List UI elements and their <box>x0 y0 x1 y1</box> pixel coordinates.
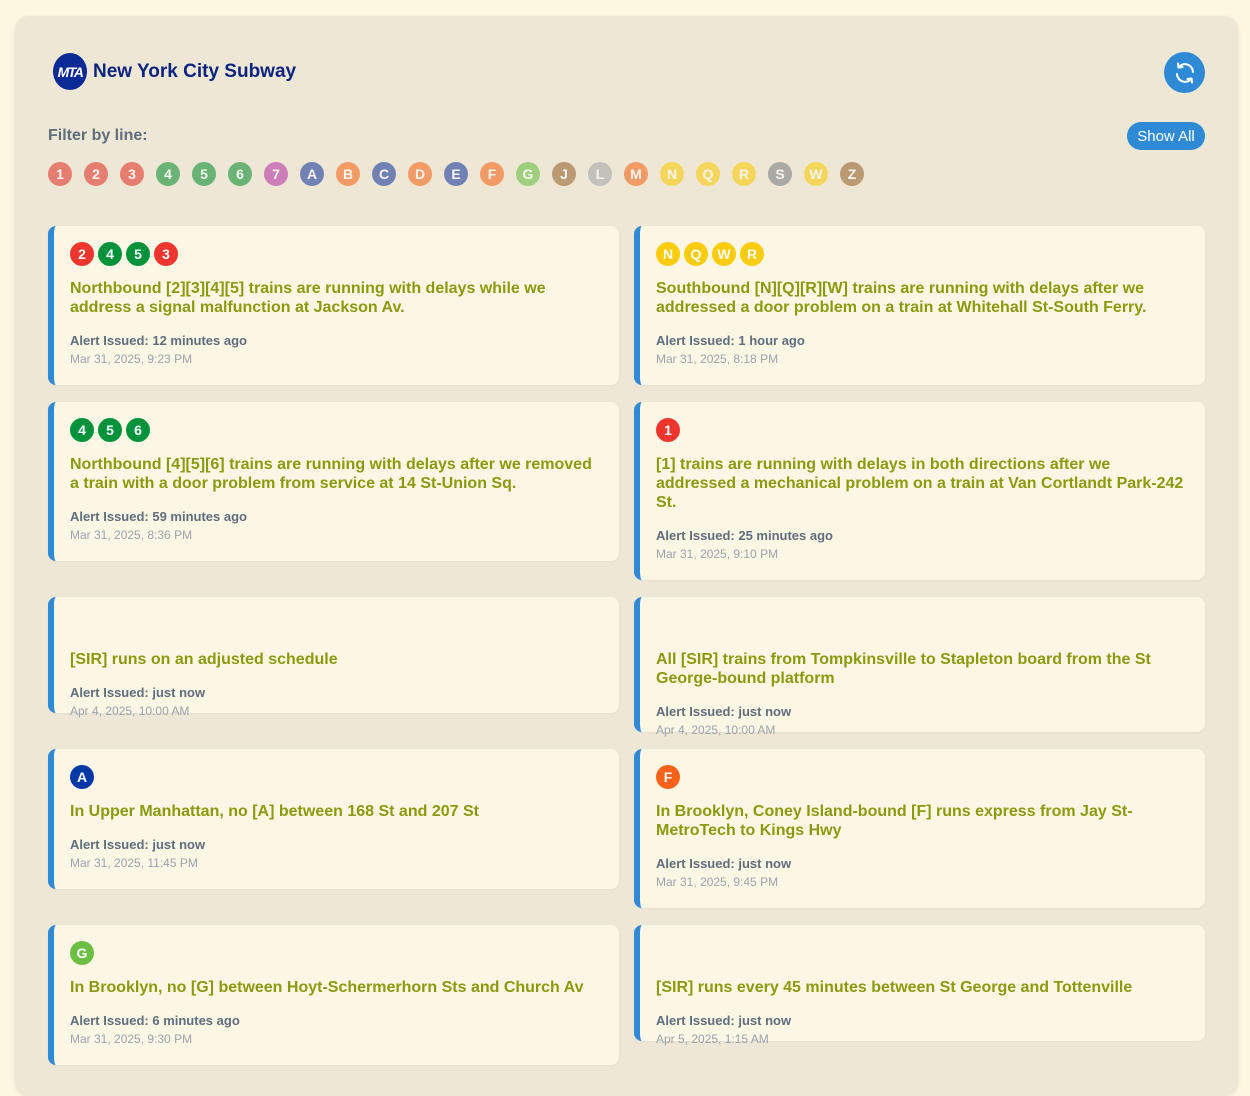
alert-lines <box>656 613 1189 637</box>
line-bullet-q: Q <box>684 242 708 266</box>
filter-line-4[interactable]: 4 <box>156 162 180 186</box>
alert-card: N Q W R Southbound [N][Q][R][W] trains are r… <box>634 226 1205 385</box>
alert-timestamp: Mar 31, 2025, 11:45 PM <box>70 856 198 870</box>
alert-timestamp: Apr 5, 2025, 1:15 AM <box>656 1032 769 1046</box>
alert-lines: 2453 <box>70 242 603 266</box>
filter-line-l[interactable]: L <box>588 162 612 186</box>
filter-line-2[interactable]: 2 <box>84 162 108 186</box>
alert-timestamp: Mar 31, 2025, 8:36 PM <box>70 528 193 542</box>
line-bullet-1: 1 <box>656 418 680 442</box>
alert-timestamp: Apr 4, 2025, 10:00 AM <box>70 704 190 718</box>
alert-message: Northbound [2][3][4][5] trains are runni… <box>70 280 546 316</box>
filter-line-s[interactable]: S <box>768 162 792 186</box>
filter-line-c[interactable]: C <box>372 162 396 186</box>
line-bullet-n: N <box>656 242 680 266</box>
filter-line-q[interactable]: Q <box>696 162 720 186</box>
line-bullet-5: 5 <box>98 418 122 442</box>
alert-message: In Upper Manhattan, no [A] between 168 S… <box>70 803 479 820</box>
line-filter-row: 1234567ABCDEFGJLMNQRSWZ <box>48 162 864 186</box>
alert-card: F In Brooklyn, Coney Island-bound [F] run… <box>634 749 1205 908</box>
filter-line-f[interactable]: F <box>480 162 504 186</box>
line-bullet-6: 6 <box>126 418 150 442</box>
alert-timestamp: Apr 4, 2025, 10:00 AM <box>656 723 776 737</box>
alert-message: All [SIR] trains from Tompkinsville to S… <box>656 651 1151 687</box>
alert-issued: Alert Issued: 12 minutes ago <box>70 333 247 348</box>
filter-line-d[interactable]: D <box>408 162 432 186</box>
filter-line-w[interactable]: W <box>804 162 828 186</box>
filter-line-z[interactable]: Z <box>840 162 864 186</box>
alert-timestamp: Mar 31, 2025, 9:23 PM <box>70 352 193 366</box>
alert-card: [SIR] runs on an adjusted schedule Alert … <box>48 597 619 718</box>
line-bullet-3: 3 <box>154 242 178 266</box>
line-bullet-4: 4 <box>98 242 122 266</box>
alert-message: Southbound [N][Q][R][W] trains are runni… <box>656 280 1147 316</box>
main-panel: MTA New York City Subway Filter by line:… <box>15 16 1238 1096</box>
alert-message: Northbound [4][5][6] trains are running … <box>70 456 592 492</box>
mta-logo: MTA <box>53 53 87 90</box>
alert-timestamp: Mar 31, 2025, 8:18 PM <box>656 352 779 366</box>
filter-line-7[interactable]: 7 <box>264 162 288 186</box>
line-bullet-w: W <box>712 242 736 266</box>
page-title: New York City Subway <box>93 60 297 82</box>
alert-issued: Alert Issued: just now <box>70 837 206 852</box>
filter-line-r[interactable]: R <box>732 162 756 186</box>
filter-line-6[interactable]: 6 <box>228 162 252 186</box>
line-bullet-r: R <box>740 242 764 266</box>
alert-lines <box>656 941 1189 965</box>
filter-line-3[interactable]: 3 <box>120 162 144 186</box>
filter-line-n[interactable]: N <box>660 162 684 186</box>
alert-issued: Alert Issued: just now <box>656 1013 792 1028</box>
line-bullet-5: 5 <box>126 242 150 266</box>
alert-card: All [SIR] trains from Tompkinsville to S… <box>634 597 1205 737</box>
alert-card: [SIR] runs every 45 minutes between St G… <box>634 925 1205 1046</box>
filter-label: Filter by line: <box>48 127 148 144</box>
app-header: MTA New York City Subway <box>53 53 296 90</box>
alert-issued: Alert Issued: 6 minutes ago <box>70 1013 240 1028</box>
filter-line-5[interactable]: 5 <box>192 162 216 186</box>
refresh-icon <box>1175 62 1194 83</box>
line-bullet-2: 2 <box>70 242 94 266</box>
alert-card: 4 5 6 Northbound [4][5][6] trains are runni… <box>48 402 619 561</box>
alert-lines <box>70 613 603 637</box>
alert-lines: 1 <box>656 418 1189 442</box>
alert-issued: Alert Issued: 25 minutes ago <box>656 528 833 543</box>
alert-timestamp: Mar 31, 2025, 9:10 PM <box>656 547 779 561</box>
alert-lines: 456 <box>70 418 603 442</box>
filter-line-e[interactable]: E <box>444 162 468 186</box>
filter-line-m[interactable]: M <box>624 162 648 186</box>
line-bullet-4: 4 <box>70 418 94 442</box>
line-bullet-g: G <box>70 941 94 965</box>
alert-message: In Brooklyn, no [G] between Hoyt-Scherme… <box>70 979 584 996</box>
alert-issued: Alert Issued: just now <box>656 704 792 719</box>
alert-issued: Alert Issued: 1 hour ago <box>656 333 805 348</box>
alert-issued: Alert Issued: just now <box>70 685 206 700</box>
show-all-button[interactable]: Show All <box>1127 122 1205 150</box>
alert-card: 1 [1] trains are running with delays in b… <box>634 402 1205 580</box>
alert-lines: F <box>656 765 1189 789</box>
refresh-button[interactable] <box>1164 52 1205 93</box>
alert-card: 2 4 5 3 Northbound [2][3][4][5] trains are r… <box>48 226 619 385</box>
filter-line-1[interactable]: 1 <box>48 162 72 186</box>
alert-card: G In Brooklyn, no [G] between Hoyt-Scherm… <box>48 925 619 1065</box>
alert-message: [SIR] runs every 45 minutes between St G… <box>656 979 1133 996</box>
alert-issued: Alert Issued: 59 minutes ago <box>70 509 247 524</box>
alert-lines: NQWR <box>656 242 1189 266</box>
alert-lines: A <box>70 765 603 789</box>
alert-lines: G <box>70 941 603 965</box>
filter-line-j[interactable]: J <box>552 162 576 186</box>
alert-message: [1] trains are running with delays in bo… <box>656 456 1184 511</box>
filter-line-g[interactable]: G <box>516 162 540 186</box>
alert-timestamp: Mar 31, 2025, 9:30 PM <box>70 1032 193 1046</box>
line-bullet-f: F <box>656 765 680 789</box>
alert-issued: Alert Issued: just now <box>656 856 792 871</box>
filter-line-b[interactable]: B <box>336 162 360 186</box>
alert-timestamp: Mar 31, 2025, 9:45 PM <box>656 875 779 889</box>
line-bullet-a: A <box>70 765 94 789</box>
alert-message: In Brooklyn, Coney Island-bound [F] runs… <box>656 803 1133 839</box>
alert-message: [SIR] runs on an adjusted schedule <box>70 651 338 668</box>
alert-card: A In Upper Manhattan, no [A] between 168 … <box>48 749 619 889</box>
filter-line-a[interactable]: A <box>300 162 324 186</box>
